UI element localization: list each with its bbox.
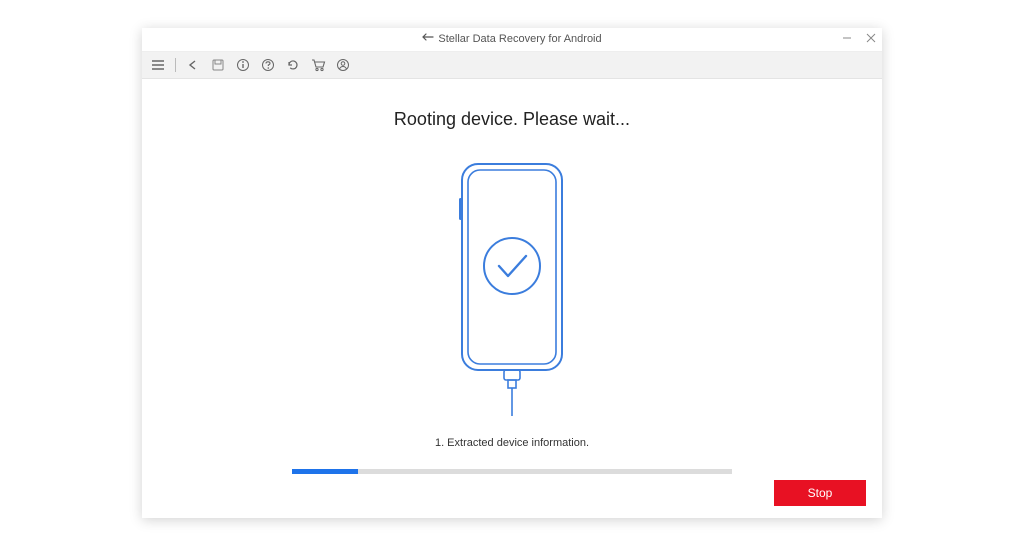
app-window: Stellar Data Recovery for Android: [142, 28, 882, 518]
progress-bar: [292, 469, 732, 474]
device-illustration: [442, 158, 582, 423]
help-icon[interactable]: [260, 57, 276, 73]
title-wrap: Stellar Data Recovery for Android: [422, 33, 601, 46]
toolbar: [142, 52, 882, 80]
page-title: Rooting device. Please wait...: [394, 109, 630, 130]
close-icon[interactable]: [866, 33, 876, 46]
menu-icon[interactable]: [150, 57, 166, 73]
info-icon[interactable]: [235, 57, 251, 73]
status-text: 1. Extracted device information.: [435, 437, 589, 449]
minimize-icon[interactable]: [842, 33, 852, 46]
progress-fill: [292, 469, 358, 474]
window-controls: [842, 28, 876, 51]
titlebar: Stellar Data Recovery for Android: [142, 28, 882, 52]
separator: [175, 58, 176, 72]
stop-button[interactable]: Stop: [774, 480, 866, 506]
back-icon[interactable]: [422, 33, 434, 46]
main-content: Rooting device. Please wait... 1. Extrac…: [142, 79, 882, 474]
back-arrow-icon[interactable]: [185, 57, 201, 73]
window-title: Stellar Data Recovery for Android: [438, 33, 601, 45]
save-icon[interactable]: [210, 57, 226, 73]
user-icon[interactable]: [335, 57, 351, 73]
refresh-icon[interactable]: [285, 57, 301, 73]
footer: Stop: [142, 474, 882, 518]
cart-icon[interactable]: [310, 57, 326, 73]
